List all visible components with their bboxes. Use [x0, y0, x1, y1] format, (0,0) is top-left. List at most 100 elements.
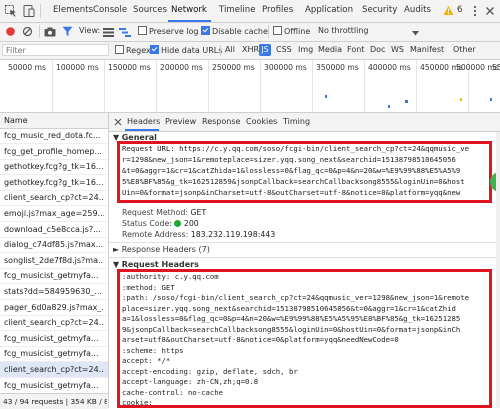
list-item[interactable]: client_search_cp?ct=24...: [0, 190, 108, 207]
toolbar-divider: [40, 4, 41, 18]
large-rows-icon[interactable]: [103, 27, 114, 37]
request-header-line: accept-encoding: gzip, deflate, sdch, br: [122, 366, 298, 376]
request-url-line: Uin=0&format=jsonp&inCharset=utf-8&outCh…: [122, 188, 461, 197]
warning-icon[interactable]: [443, 5, 454, 16]
filter-type-other[interactable]: Other: [453, 45, 476, 54]
request-name: stats?dd=584959630_...: [4, 287, 103, 296]
overview-icon[interactable]: [119, 27, 131, 37]
request-headers-toggle[interactable]: ▼ Request Headers: [113, 260, 199, 269]
request-url-line: Request URL: https://c.y.qq.com/soso/fcg…: [122, 144, 470, 153]
chevron-down-icon[interactable]: [412, 29, 419, 36]
tab-response[interactable]: Response: [202, 117, 240, 126]
request-name: client_search_cp?ct=24...: [4, 365, 104, 374]
timeline-tick: 50000 ms: [8, 63, 46, 72]
timeline-request-mark: [325, 95, 327, 98]
request-method-row: Request Method: GET: [122, 208, 206, 217]
remote-address-row: Remote Address: 183.232.119.198:443: [122, 230, 275, 239]
capture-screenshots-icon[interactable]: [44, 27, 56, 37]
list-item[interactable]: fcg_get_profile_homep...: [0, 144, 108, 160]
list-item[interactable]: gethotkey.fcg?g_tk=16...: [0, 175, 108, 191]
collapsed-triangle-icon: ►: [113, 245, 122, 254]
request-name: fcg_music_red_dota.fc...: [4, 131, 101, 140]
tab-cookies[interactable]: Cookies: [246, 117, 277, 126]
filter-type-media[interactable]: Media: [318, 45, 342, 54]
timeline-overview[interactable]: 50000 ms 100000 ms 150000 ms 200000 ms 2…: [0, 60, 500, 113]
list-item[interactable]: songlist_2de7f8d.js?ma...: [0, 253, 108, 269]
tab-timeline[interactable]: Timeline: [219, 5, 256, 15]
filter-type-all[interactable]: All: [225, 45, 235, 54]
filter-input[interactable]: [2, 44, 109, 56]
list-item[interactable]: fcg_musicist_getmyfa...: [0, 378, 108, 394]
remote-address-value: 183.232.119.198:443: [190, 230, 276, 239]
tab-profiles[interactable]: Profiles: [262, 5, 293, 15]
list-item[interactable]: fcg_musicist_getmyfa...: [0, 346, 108, 363]
list-item[interactable]: dialog_c74df85.js?max...: [0, 237, 108, 254]
tab-elements[interactable]: Elements: [53, 5, 93, 15]
toolbar-divider: [39, 25, 40, 38]
list-item[interactable]: fcg_music_red_dota.fc...: [0, 128, 108, 144]
timeline-gridline: [208, 60, 209, 112]
request-url-line: &t=0&aggr=1&cr=1&catZhida=1&lossless=0&f…: [122, 166, 461, 175]
tab-console[interactable]: Console: [93, 5, 127, 15]
filter-type-css[interactable]: CSS: [276, 45, 292, 54]
list-item[interactable]: client_search_cp?ct=24...: [0, 315, 108, 332]
disable-cache-checkbox[interactable]: Disable cache: [201, 26, 268, 36]
warning-count: 6: [457, 5, 463, 15]
record-icon[interactable]: [5, 26, 16, 37]
filter-type-ws[interactable]: WS: [391, 45, 404, 54]
filter-icon[interactable]: [62, 26, 73, 37]
timeline-gridline: [416, 60, 417, 112]
scrollbar[interactable]: [496, 132, 500, 408]
request-list: Name fcg_music_red_dota.fc... fcg_get_pro…: [0, 113, 109, 409]
preserve-log-checkbox[interactable]: Preserve log: [138, 26, 199, 36]
list-item[interactable]: pager_6d0a829.js?max_...: [0, 300, 108, 316]
tab-audits[interactable]: Audits: [404, 5, 431, 15]
list-item[interactable]: client_search_cp?ct=24...: [0, 362, 108, 378]
tab-preview[interactable]: Preview: [165, 117, 196, 126]
name-column-header[interactable]: Name: [4, 116, 28, 125]
list-item[interactable]: gethotkey.fcg?g_tk=16...: [0, 159, 108, 176]
list-item[interactable]: download_c5e8cca.js?...: [0, 222, 108, 238]
list-item[interactable]: stats?dd=584959630_...: [0, 284, 108, 300]
filter-type-doc[interactable]: Doc: [370, 45, 385, 54]
device-mode-icon[interactable]: [22, 4, 36, 18]
list-item[interactable]: fcg_musicist_getmyfa...: [0, 268, 108, 285]
close-icon[interactable]: [485, 6, 495, 16]
request-header-line: :path: /soso/fcgi-bin/client_search_cp?c…: [122, 293, 470, 302]
list-item[interactable]: emoji.js?max_age=259...: [0, 206, 108, 222]
request-name: fcg_musicist_getmyfa...: [4, 333, 99, 343]
tab-sources[interactable]: Sources: [133, 5, 167, 15]
active-detail-tab-indicator: [125, 129, 159, 131]
list-item[interactable]: fcg_musicist_getmyfa...: [0, 331, 108, 347]
section-divider: [109, 242, 500, 243]
tab-headers[interactable]: Headers: [127, 117, 160, 126]
request-name: fcg_get_profile_homep...: [4, 146, 103, 156]
request-header-line: a=1&lossless=0&flag_qc=0&p=4&n=20&w=%E9%…: [122, 314, 461, 323]
expanded-triangle-icon: ▼: [113, 260, 122, 269]
filter-type-js[interactable]: JS: [259, 44, 271, 56]
request-name: fcg_musicist_getmyfa...: [4, 380, 99, 390]
filter-type-xhr[interactable]: XHR: [242, 45, 259, 54]
tab-timing[interactable]: Timing: [283, 117, 310, 126]
timeline-tick: 300000 ms: [264, 63, 307, 72]
throttling-select[interactable]: No throttling: [318, 26, 369, 35]
request-name: gethotkey.fcg?g_tk=16...: [4, 177, 104, 187]
inspect-element-icon[interactable]: [4, 4, 18, 18]
close-detail-icon[interactable]: [114, 118, 122, 126]
regex-checkbox[interactable]: Regex: [115, 45, 151, 55]
request-name: fcg_musicist_getmyfa...: [4, 271, 99, 281]
more-options-icon[interactable]: [472, 5, 478, 17]
offline-checkbox[interactable]: Offline: [273, 26, 310, 36]
request-method-value: GET: [190, 208, 207, 217]
response-headers-toggle[interactable]: ► Response Headers (7): [113, 245, 210, 254]
clear-icon[interactable]: [22, 26, 33, 37]
throttling-value: No throttling: [318, 26, 369, 35]
filter-type-img[interactable]: Img: [298, 45, 313, 54]
hide-data-urls-checkbox[interactable]: Hide data URLs: [150, 45, 222, 55]
filter-type-font[interactable]: Font: [347, 45, 364, 54]
tab-application[interactable]: Application: [305, 5, 353, 15]
request-headers-title: Request Headers: [121, 260, 199, 269]
filter-type-manifest[interactable]: Manifest: [410, 45, 444, 54]
tab-security[interactable]: Security: [362, 5, 397, 15]
tab-network[interactable]: Network: [171, 5, 207, 15]
